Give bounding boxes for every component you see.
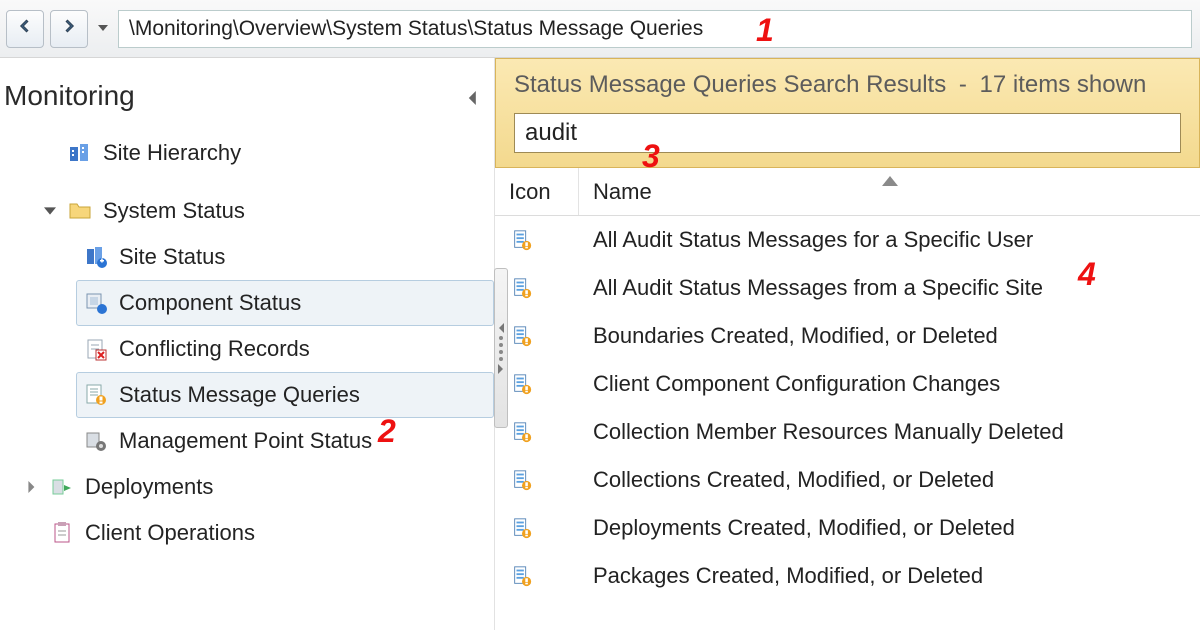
query-icon (495, 515, 579, 541)
results-pane: Status Message Queries Search Results - … (495, 58, 1200, 630)
component-icon (83, 290, 109, 316)
tree-item-management-point-status[interactable]: Management Point Status (76, 418, 494, 464)
sort-ascending-icon (882, 166, 898, 192)
grid-header: Icon Name (495, 168, 1200, 216)
row-name: Collection Member Resources Manually Del… (579, 419, 1200, 445)
splitter-handle[interactable] (494, 268, 508, 428)
history-dropdown[interactable] (94, 10, 112, 48)
clipboard-icon (49, 520, 75, 546)
table-row[interactable]: Boundaries Created, Modified, or Deleted (495, 312, 1200, 360)
tree-item-label: Site Hierarchy (103, 140, 241, 166)
table-row[interactable]: Collection Member Resources Manually Del… (495, 408, 1200, 456)
row-name: Client Component Configuration Changes (579, 371, 1200, 397)
pane-title: Monitoring (4, 80, 135, 112)
tree-item-component-status[interactable]: Component Status (76, 280, 494, 326)
row-name: All Audit Status Messages for a Specific… (579, 227, 1200, 253)
navigation-pane: Monitoring Site Hierarchy Syste (0, 58, 495, 630)
buildings-icon (67, 140, 93, 166)
folder-icon (67, 198, 93, 224)
table-row[interactable]: Client Component Configuration Changes (495, 360, 1200, 408)
tree-item-label: Status Message Queries (119, 382, 360, 408)
deploy-icon (49, 474, 75, 500)
collapse-pane-button[interactable] (466, 80, 480, 112)
arrow-right-icon (60, 17, 78, 40)
tree-item-conflicting-records[interactable]: Conflicting Records (76, 326, 494, 372)
address-input[interactable] (118, 10, 1192, 48)
table-row[interactable]: All Audit Status Messages for a Specific… (495, 216, 1200, 264)
expander-icon[interactable] (43, 205, 57, 217)
address-bar (0, 0, 1200, 58)
table-row[interactable]: Collections Created, Modified, or Delete… (495, 456, 1200, 504)
tree-item-label: Conflicting Records (119, 336, 310, 362)
query-list-icon (83, 382, 109, 408)
table-row[interactable]: Packages Created, Modified, or Deleted (495, 552, 1200, 600)
row-name: Collections Created, Modified, or Delete… (579, 467, 1200, 493)
table-row[interactable]: Deployments Created, Modified, or Delete… (495, 504, 1200, 552)
search-header: Status Message Queries Search Results - … (495, 58, 1200, 168)
conflict-icon (83, 336, 109, 362)
tree-item-status-message-queries[interactable]: Status Message Queries (76, 372, 494, 418)
query-icon (495, 467, 579, 493)
tree-item-label: Management Point Status (119, 428, 372, 454)
tree-item-deployments[interactable]: Deployments (18, 464, 494, 510)
search-title-row: Status Message Queries Search Results - … (514, 71, 1181, 99)
row-name: Boundaries Created, Modified, or Deleted (579, 323, 1200, 349)
table-row[interactable]: All Audit Status Messages from a Specifi… (495, 264, 1200, 312)
tree-item-client-operations[interactable]: Client Operations (18, 510, 494, 556)
tree-item-site-status[interactable]: Site Status (76, 234, 494, 280)
row-name: Packages Created, Modified, or Deleted (579, 563, 1200, 589)
row-name: All Audit Status Messages from a Specifi… (579, 275, 1200, 301)
arrow-left-icon (16, 17, 34, 40)
server-gear-icon (83, 428, 109, 454)
tree-item-label: Deployments (85, 474, 213, 500)
column-header-name[interactable]: Name (579, 168, 1200, 215)
buildings-badge-icon (83, 244, 109, 270)
column-header-icon[interactable]: Icon (495, 168, 579, 215)
query-icon (495, 563, 579, 589)
chevron-right-icon[interactable] (25, 481, 39, 493)
tree-item-label: Client Operations (85, 520, 255, 546)
result-count: 17 items shown (980, 71, 1147, 98)
grid-body: All Audit Status Messages for a Specific… (495, 216, 1200, 630)
separator: - (959, 71, 967, 98)
back-button[interactable] (6, 10, 44, 48)
chevron-down-icon (98, 20, 108, 38)
search-input[interactable] (514, 113, 1181, 153)
tree-item-site-hierarchy[interactable]: Site Hierarchy (36, 130, 494, 176)
pane-title-row: Monitoring (0, 76, 494, 130)
search-title: Status Message Queries Search Results (514, 71, 946, 98)
tree-item-label: Component Status (119, 290, 301, 316)
nav-tree: Site Hierarchy System Status Site Status (0, 130, 494, 556)
forward-button[interactable] (50, 10, 88, 48)
tree-item-system-status[interactable]: System Status (36, 188, 494, 234)
tree-item-label: Site Status (119, 244, 225, 270)
row-name: Deployments Created, Modified, or Delete… (579, 515, 1200, 541)
query-icon (495, 227, 579, 253)
tree-item-label: System Status (103, 198, 245, 224)
